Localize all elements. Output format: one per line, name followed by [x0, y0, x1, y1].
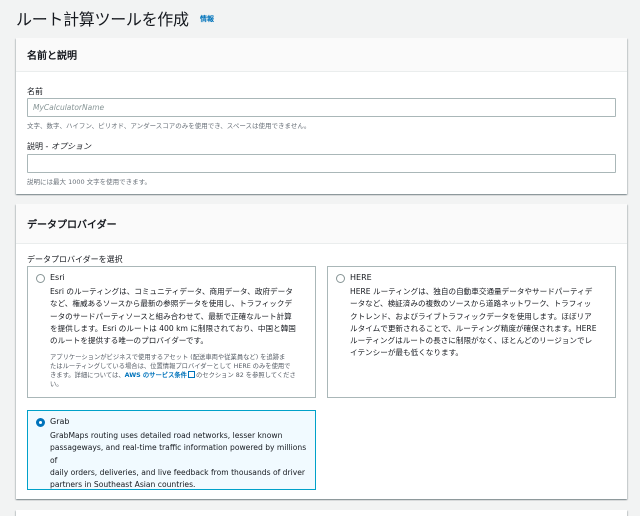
grab-desc-line: passageways, and real-time traffic infor…	[50, 443, 307, 465]
here-desc-line: ータなど、検証済みの複数のソースから道路ネットワーク、トラフィッ	[350, 299, 592, 309]
provider-select-label: データプロバイダーを選択	[27, 255, 123, 264]
grab-desc-line: daily orders, deliveries, and live feedb…	[50, 467, 306, 477]
next-panel	[16, 510, 627, 516]
provider-option-esri[interactable]: Esri Esri のルーティングは、コミュニティデータ、商用データ、政府データ…	[27, 266, 316, 398]
data-provider-panel: データプロバイダー データプロバイダーを選択 Esri Esri のルーティング…	[16, 204, 627, 499]
esri-desc-line: を提供します。Esri のルートは 400 km に制限されており、中国と韓国	[50, 323, 296, 333]
here-desc-line: HERE ルーティングは、独自の自動車交通量データやサードパーティデ	[350, 287, 593, 296]
optional-label: オプション	[50, 142, 91, 151]
here-desc-line: イテンシーが最も低くなります。	[350, 348, 463, 358]
esri-note-line: アプリケーションがビジネスで使用するアセット (配送車両や従業員など) を追跡ま	[50, 354, 286, 361]
radio-esri[interactable]	[36, 274, 45, 283]
esri-note-pre: きます。詳細については、	[50, 372, 125, 379]
description-hint: 説明には最大 1000 文字を使用できます。	[27, 178, 152, 186]
here-desc-line: クトレンド、およびライブトラフィックデータを使用します。ほぼリア	[350, 311, 592, 321]
provider-option-grab[interactable]: Grab GrabMaps routing uses detailed road…	[27, 410, 316, 490]
esri-note-line: い。	[50, 380, 63, 388]
name-input[interactable]: MyCalculatorName	[27, 98, 616, 117]
esri-desc-line: など、権威あるソースから最新の参照データを使用し、トラフィックデ	[50, 299, 293, 309]
esri-desc-line: のルートを提供する唯一のプロバイダーです。	[50, 336, 208, 346]
name-hint: 文字、数字、ハイフン、ピリオド、アンダースコアのみを使用でき、スペースは使用でき…	[27, 122, 311, 130]
radio-grab[interactable]	[36, 418, 45, 427]
description-label-text: 説明 -	[27, 142, 51, 151]
provider-option-here[interactable]: HERE HERE ルーティングは、独自の自動車交通量データやサードパーティデ …	[327, 266, 616, 398]
grab-description: GrabMaps routing uses detailed road netw…	[50, 430, 315, 491]
esri-note: アプリケーションがビジネスで使用するアセット (配送車両や従業員など) を追跡ま…	[50, 354, 296, 389]
here-desc-line: ルタイムで更新されることで、ルーティング精度が確保されます。HERE	[350, 323, 597, 333]
info-link[interactable]: 情報	[200, 14, 214, 24]
data-provider-heading: データプロバイダー	[16, 204, 627, 244]
radio-here[interactable]	[336, 274, 345, 283]
description-label: 説明 - オプション	[27, 141, 91, 152]
name-description-panel: 名前と説明 名前 MyCalculatorName 文字、数字、ハイフン、ピリオ…	[16, 38, 627, 194]
grab-title: Grab	[50, 417, 70, 426]
page-title: ルート計算ツールを作成	[16, 10, 189, 29]
esri-title: Esri	[50, 273, 65, 282]
name-label: 名前	[27, 87, 43, 96]
esri-desc-line: Esri のルーティングは、コミュニティデータ、商用データ、政府データ	[50, 287, 293, 296]
name-description-heading: 名前と説明	[16, 38, 627, 72]
esri-note-line: たはルーティングしている場合は、位置情報プロバイダーとして HERE のみを使用…	[50, 362, 291, 370]
esri-description: Esri のルーティングは、コミュニティデータ、商用データ、政府データ など、権…	[50, 286, 296, 347]
grab-desc-line: GrabMaps routing uses detailed road netw…	[50, 431, 283, 440]
esri-note-post: のセクション 82 を参照してくださ	[195, 372, 296, 379]
name-placeholder: MyCalculatorName	[33, 103, 105, 112]
external-link-icon	[187, 371, 195, 378]
grab-desc-line: partners in Southeast Asian countries.	[50, 480, 196, 490]
here-title: HERE	[350, 273, 372, 282]
description-input[interactable]	[27, 154, 616, 173]
esri-desc-line: ータのサードパーティソースと組み合わせて、最新で正確なルート計算	[50, 311, 292, 321]
esri-note-line: きます。詳細については、AWS のサービス条件 のセクション 82 を参照してくだ…	[50, 371, 296, 381]
here-description: HERE ルーティングは、独自の自動車交通量データやサードパーティデ ータなど、…	[350, 286, 597, 360]
here-desc-line: ルーティングはルートの長さに制限がなく、ほとんどのリージョンでレ	[350, 336, 593, 346]
service-terms-link[interactable]: AWS のサービス条件	[125, 372, 187, 379]
